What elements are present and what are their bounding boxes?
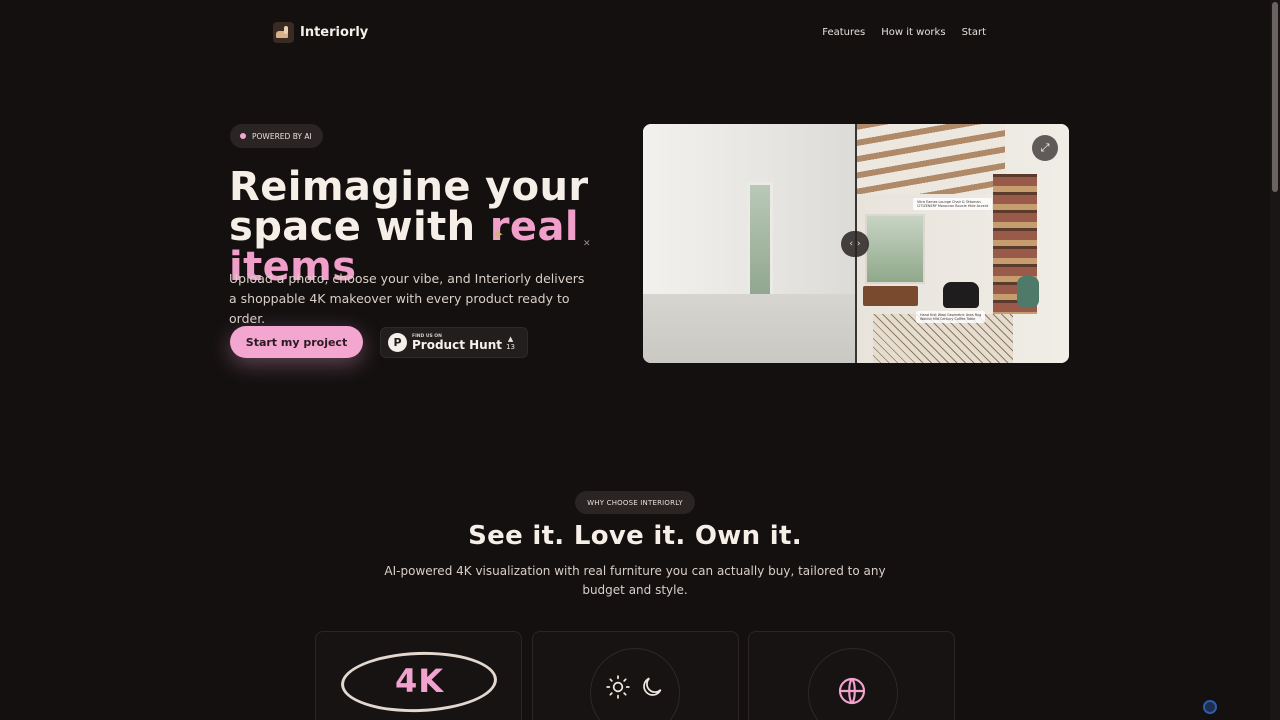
product-hunt-logo-icon: P <box>388 333 407 352</box>
brand-logo[interactable]: Interiorly <box>273 22 368 43</box>
accent-chair <box>1017 276 1039 308</box>
product-hunt-name: Product Hunt <box>412 337 502 352</box>
globe-icon <box>838 677 866 705</box>
theme-icons <box>605 674 665 700</box>
feature-card-global <box>748 631 955 720</box>
product-hunt-texts: FIND US ON Product Hunt <box>412 334 502 352</box>
product-hunt-badge[interactable]: P FIND US ON Product Hunt ▲ 13 <box>380 327 528 358</box>
before-after-viewer[interactable]: Vitra Eames Lounge Chair & Ottoman CITIZ… <box>643 124 1069 363</box>
credenza <box>863 286 918 306</box>
room-floor <box>643 294 855 363</box>
expand-icon: ⤢ <box>1040 141 1050 154</box>
site-header: Interiorly Features How it works Start <box>0 0 1268 66</box>
sparkle-icon: ✦ <box>491 225 505 244</box>
section-subtitle: AI-powered 4K visualization with real fu… <box>384 564 886 597</box>
start-project-button[interactable]: Start my project <box>230 326 363 358</box>
close-icon: ✕ <box>583 239 591 249</box>
ceiling-beams <box>855 124 1005 194</box>
powered-by-ai-badge: POWERED BY AI <box>230 124 323 148</box>
badge-dot-icon <box>240 133 246 139</box>
feature-card-4k: 4K <box>315 631 522 720</box>
help-widget-icon[interactable] <box>1203 700 1217 714</box>
chevron-right-icon: › <box>857 239 861 249</box>
badge-label: POWERED BY AI <box>252 131 312 141</box>
scrollbar-thumb[interactable] <box>1272 2 1278 192</box>
brand-name: Interiorly <box>300 25 369 40</box>
feature-card-lighting <box>532 631 739 720</box>
vote-count: 13 <box>506 342 515 351</box>
chevron-left-icon: ‹ <box>849 239 853 249</box>
sun-icon <box>606 675 630 699</box>
4k-label: 4K <box>394 662 445 700</box>
product-hunt-votes: ▲ 13 <box>506 335 515 351</box>
lounge-chair <box>943 282 979 308</box>
upvote-icon: ▲ <box>507 334 514 343</box>
hero-subtitle: Upload a photo, choose your vibe, and In… <box>229 271 585 326</box>
nav-features[interactable]: Features <box>822 27 865 38</box>
logo-icon <box>273 22 294 43</box>
after-window <box>865 214 925 284</box>
product-tag[interactable]: Hand Knit Wool Geometric Area Rug Walnut… <box>916 311 986 324</box>
section-title: See it. Love it. Own it. <box>468 521 802 551</box>
nav-start[interactable]: Start <box>962 27 986 38</box>
product-tag[interactable]: Vitra Eames Lounge Chair & Ottoman CITIZ… <box>913 198 993 211</box>
compare-slider-handle[interactable]: ‹ › <box>841 231 869 257</box>
page-scrollbar[interactable] <box>1270 0 1280 720</box>
section-chip: WHY CHOOSE INTERIORLY <box>575 491 695 514</box>
before-image <box>643 124 855 363</box>
room-window <box>747 182 773 305</box>
main-nav: Features How it works Start <box>822 27 986 38</box>
expand-button[interactable]: ⤢ <box>1032 135 1058 161</box>
nav-how-it-works[interactable]: How it works <box>881 27 945 38</box>
moon-icon <box>643 677 662 696</box>
